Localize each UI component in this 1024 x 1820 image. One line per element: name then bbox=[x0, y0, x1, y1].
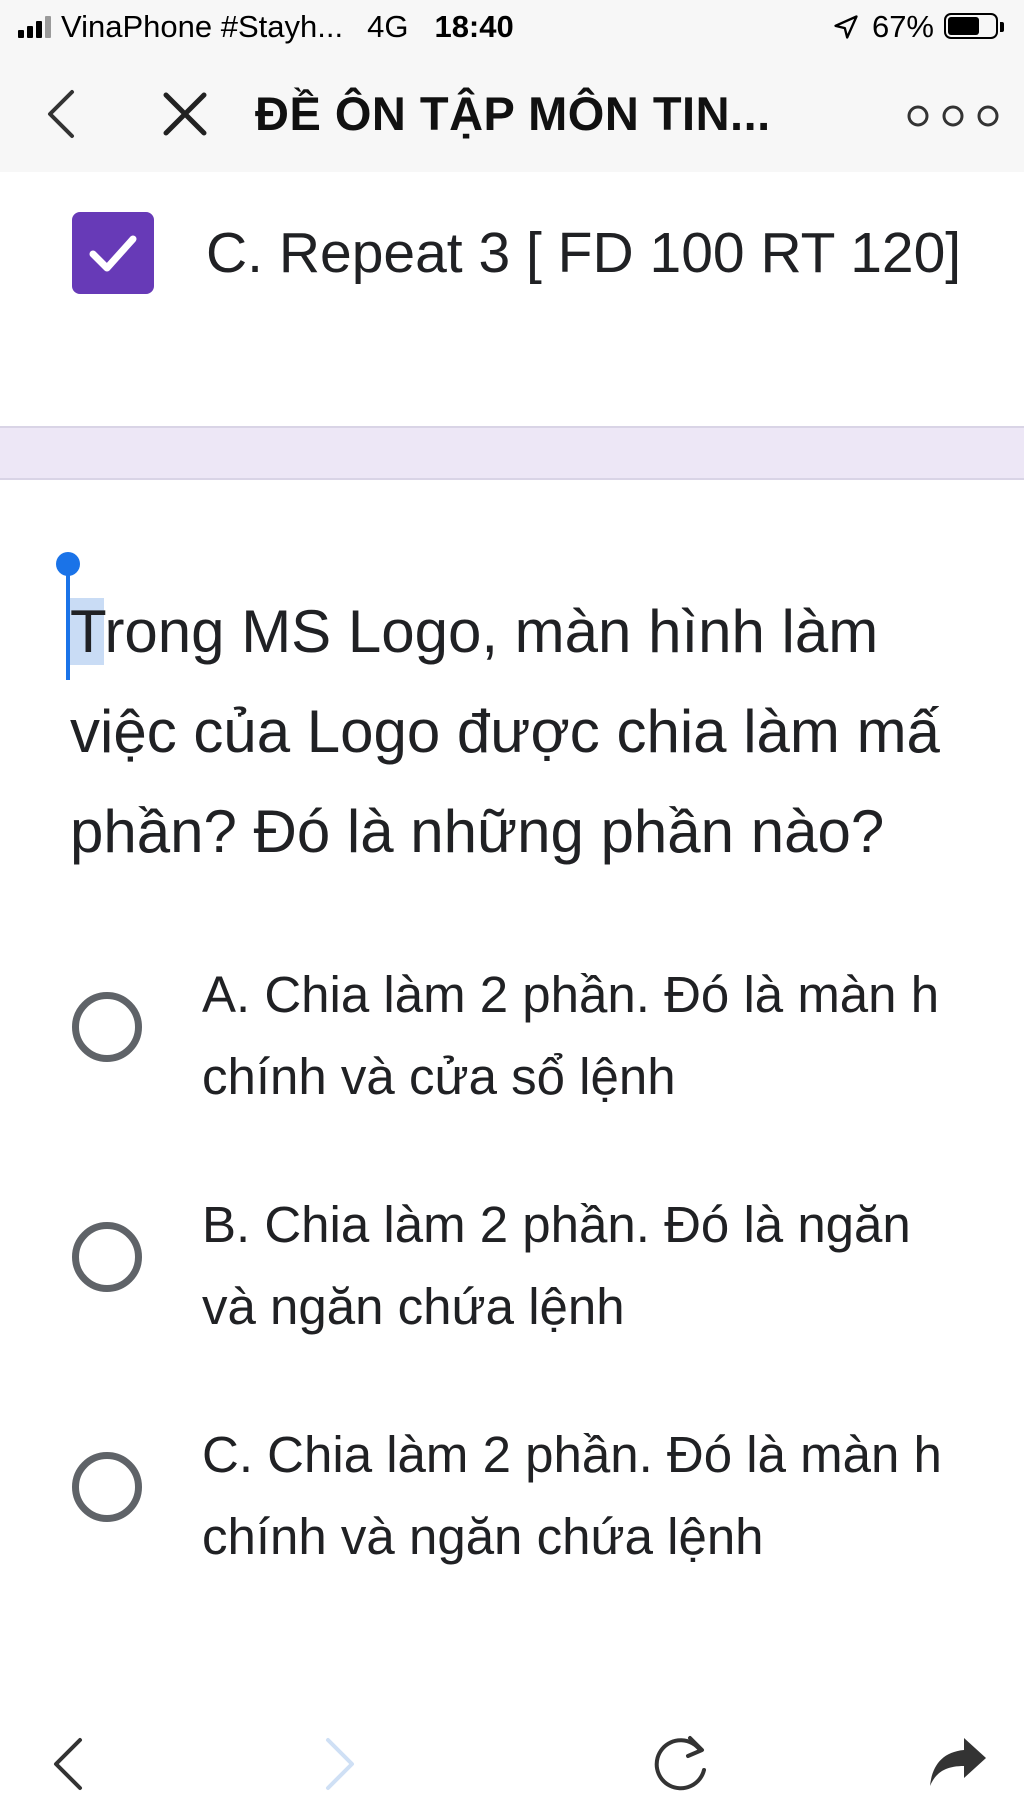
clock: 18:40 bbox=[434, 9, 514, 44]
radio-button[interactable] bbox=[72, 1222, 142, 1292]
carrier-name: VinaPhone #Stayh... bbox=[61, 9, 344, 44]
option-label: A. Chia làm 2 phần. Đó là màn h chính và… bbox=[202, 954, 939, 1118]
radio-option-a[interactable]: A. Chia làm 2 phần. Đó là màn h chính và… bbox=[72, 954, 939, 1118]
section-divider bbox=[0, 426, 1024, 480]
radio-option-b[interactable]: B. Chia làm 2 phần. Đó là ngăn và ngăn c… bbox=[72, 1184, 911, 1348]
option-line: và ngăn chứa lệnh bbox=[202, 1278, 625, 1335]
share-icon[interactable] bbox=[926, 1730, 990, 1794]
battery-percent: 67% bbox=[871, 9, 934, 44]
status-left: VinaPhone #Stayh... 4G 18:40 bbox=[18, 9, 514, 45]
chevron-right-icon[interactable] bbox=[322, 1736, 358, 1792]
form-content: C. Repeat 3 [ FD 100 RT 120] Trong MS Lo… bbox=[0, 172, 1024, 1700]
nav-bar: ĐỀ ÔN TẬP MÔN TIN... bbox=[0, 56, 1024, 172]
checkbox-option[interactable]: C. Repeat 3 [ FD 100 RT 120] bbox=[72, 212, 961, 294]
question-line: việc của Logo được chia làm mấ bbox=[70, 698, 940, 765]
chevron-left-icon[interactable] bbox=[42, 88, 82, 140]
option-line: chính và cửa sổ lệnh bbox=[202, 1048, 676, 1105]
question-line: Trong MS Logo, màn hình làm bbox=[70, 582, 1024, 682]
location-arrow-icon bbox=[834, 15, 858, 39]
option-line: A. Chia làm 2 phần. Đó là màn h bbox=[202, 966, 940, 1023]
battery-icon bbox=[944, 13, 1006, 41]
page-title: ĐỀ ÔN TẬP MÔN TIN... bbox=[255, 87, 771, 140]
question-text: Trong MS Logo, màn hình làm việc của Log… bbox=[70, 582, 1024, 882]
checkbox-label: C. Repeat 3 [ FD 100 RT 120] bbox=[206, 221, 962, 285]
radio-option-c[interactable]: C. Chia làm 2 phần. Đó là màn h chính và… bbox=[72, 1414, 942, 1578]
option-line: B. Chia làm 2 phần. Đó là ngăn bbox=[202, 1196, 911, 1253]
network-type: 4G bbox=[367, 9, 409, 44]
more-dots-icon[interactable] bbox=[906, 104, 1000, 128]
question-line: phần? Đó là những phần nào? bbox=[70, 798, 885, 865]
checkmark-icon bbox=[89, 235, 137, 272]
option-label: B. Chia làm 2 phần. Đó là ngăn và ngăn c… bbox=[202, 1184, 911, 1348]
close-icon[interactable] bbox=[160, 89, 210, 139]
question-line-rest: rong MS Logo, màn hình làm bbox=[104, 598, 879, 665]
option-line: chính và ngăn chứa lệnh bbox=[202, 1508, 764, 1565]
option-line: C. Chia làm 2 phần. Đó là màn h bbox=[202, 1426, 942, 1483]
checkbox[interactable] bbox=[72, 212, 154, 294]
status-right: 67% bbox=[832, 9, 1006, 45]
reload-icon[interactable] bbox=[650, 1730, 714, 1794]
chevron-left-icon[interactable] bbox=[50, 1736, 86, 1792]
selected-text: T bbox=[70, 598, 105, 665]
radio-button[interactable] bbox=[72, 992, 142, 1062]
browser-toolbar bbox=[0, 1700, 1024, 1820]
signal-icon bbox=[18, 16, 51, 38]
radio-button[interactable] bbox=[72, 1452, 142, 1522]
status-bar: VinaPhone #Stayh... 4G 18:40 67% bbox=[0, 0, 1024, 56]
option-label: C. Chia làm 2 phần. Đó là màn h chính và… bbox=[202, 1414, 942, 1578]
